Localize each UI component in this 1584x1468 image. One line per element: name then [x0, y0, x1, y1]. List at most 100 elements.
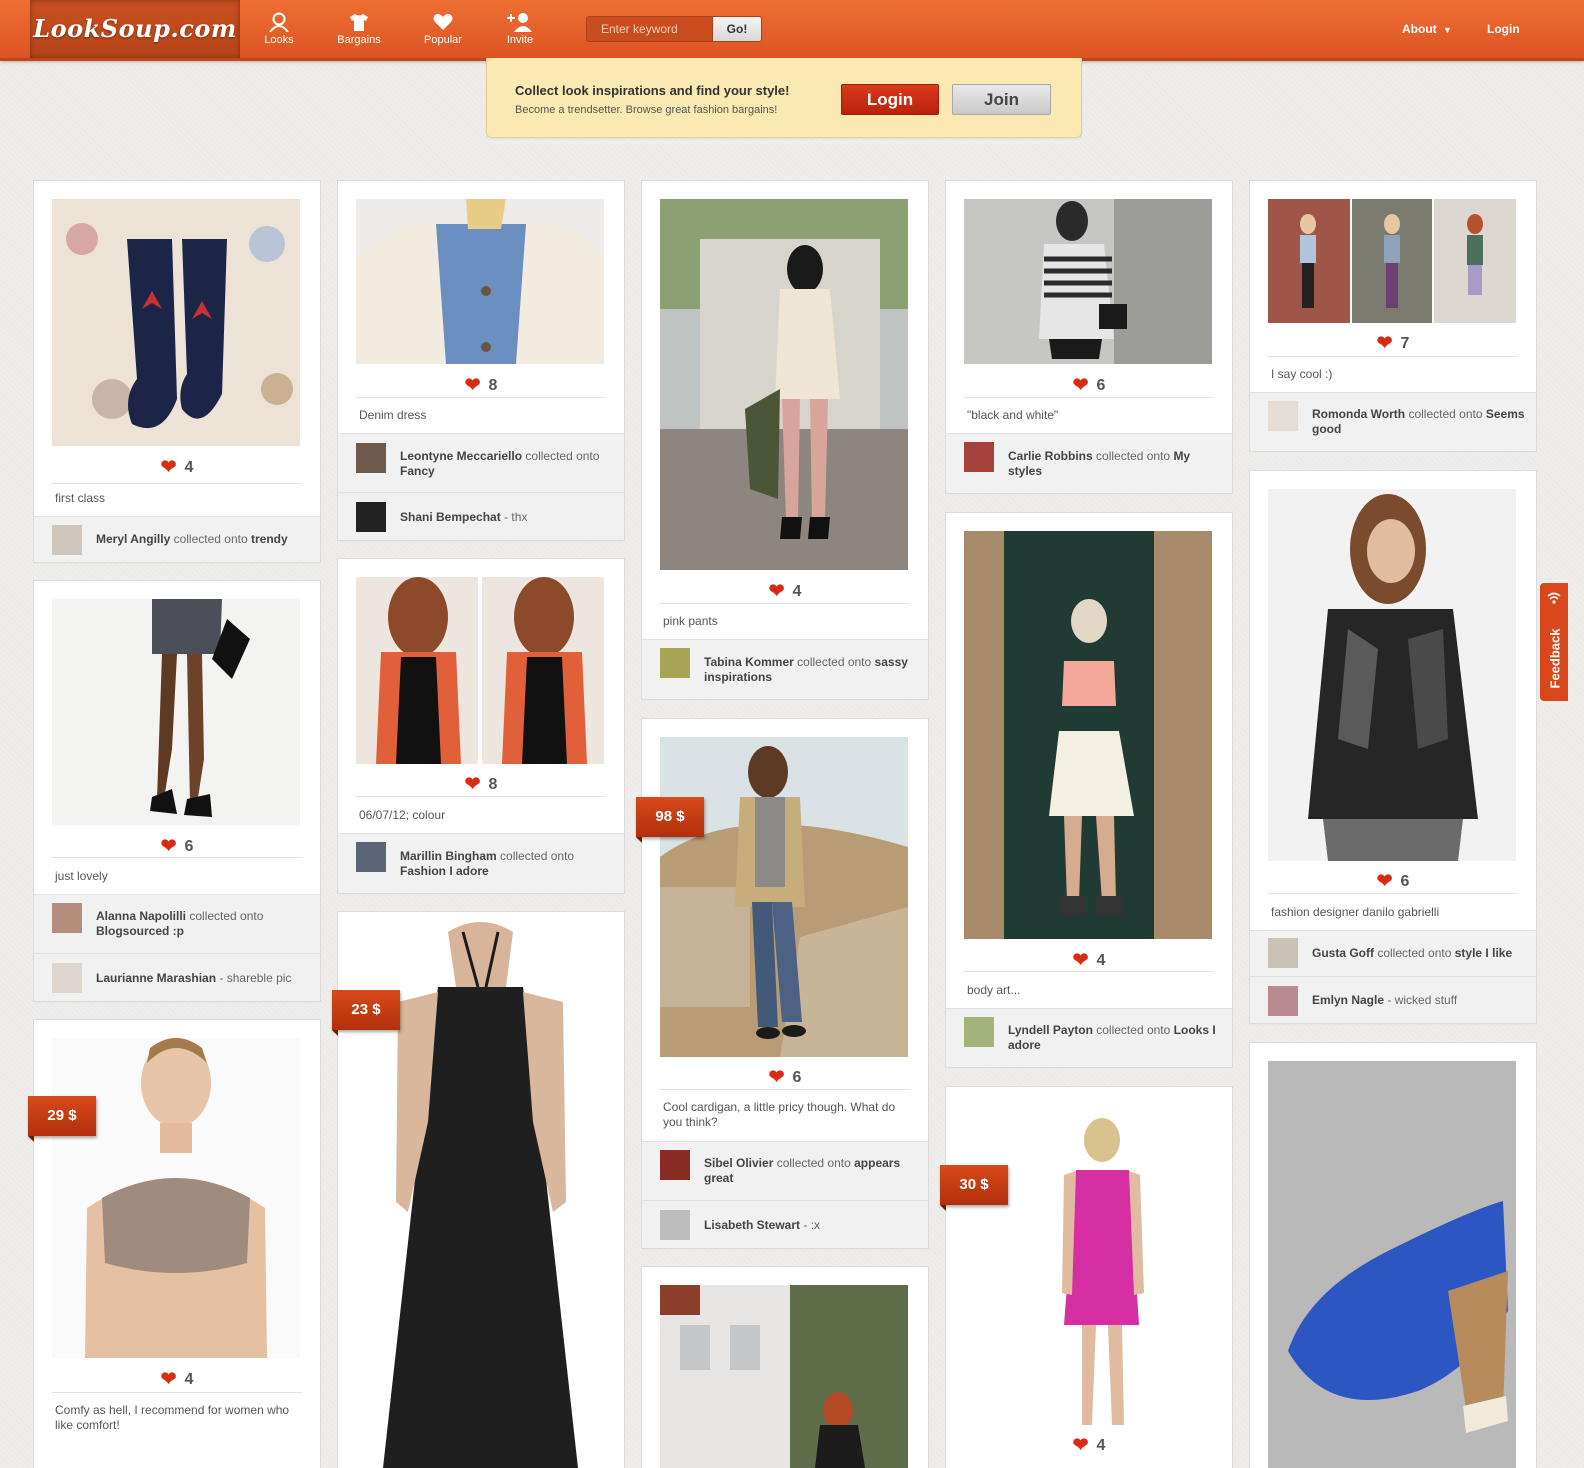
collector-attribution: Gusta Goff collected onto style I like — [1312, 946, 1513, 960]
look-description: just lovely — [55, 869, 108, 883]
look-image[interactable] — [1268, 1061, 1516, 1468]
blue-wedge-photo — [1268, 1061, 1516, 1468]
look-image[interactable] — [660, 737, 908, 1057]
look-card[interactable] — [1250, 1043, 1536, 1468]
nav-bargains[interactable]: Bargains — [329, 12, 389, 46]
heart-icon: ❤ — [768, 1067, 785, 1088]
like-count[interactable]: ❤ 6 — [946, 373, 1232, 396]
avatar[interactable] — [52, 963, 82, 993]
like-count[interactable]: ❤ 4 — [34, 455, 320, 478]
comment-row: Emlyn Nagle - wicked stuff — [1250, 976, 1536, 1023]
look-image[interactable] — [1268, 199, 1516, 323]
collector-row: Marillin Bingham collected onto Fashion … — [338, 833, 624, 893]
avatar[interactable] — [52, 903, 82, 933]
avatar[interactable] — [356, 502, 386, 532]
comment-text: Lisabeth Stewart - :x — [704, 1218, 821, 1232]
look-card[interactable]: ❤ 6 just lovely Alanna Napolilli collecte… — [34, 581, 320, 1001]
login-link[interactable]: Login — [1487, 22, 1520, 36]
price-tag[interactable]: 29 $ — [28, 1096, 96, 1142]
like-count[interactable]: ❤ 6 — [34, 834, 320, 857]
look-description: fashion designer danilo gabrielli — [1271, 905, 1440, 919]
comment-text: Laurianne Marashian - shareble pic — [96, 971, 292, 985]
avatar[interactable] — [356, 842, 386, 872]
site-logo[interactable]: LookSoup.com — [30, 0, 240, 58]
collector-attribution: Sibel Olivier collected onto appears gre… — [704, 1156, 901, 1185]
avatar[interactable] — [660, 648, 690, 678]
like-count[interactable]: ❤ 4 — [642, 579, 928, 602]
avatar[interactable] — [660, 1150, 690, 1180]
avatar[interactable] — [1268, 938, 1298, 968]
feedback-tab[interactable]: Feedback — [1540, 583, 1568, 701]
nav-invite[interactable]: Invite — [490, 12, 550, 46]
look-description: pink pants — [663, 614, 718, 628]
look-image[interactable] — [964, 1105, 1212, 1437]
banner-join-button[interactable]: Join — [952, 84, 1051, 115]
like-count[interactable]: ❤ 6 — [1250, 869, 1536, 892]
like-count[interactable]: ❤ 8 — [338, 772, 624, 795]
banner-title: Collect look inspirations and find your … — [515, 83, 790, 98]
look-card[interactable]: ❤ 8 Denim dress Leontyne Meccariello coll… — [338, 181, 624, 540]
avatar[interactable] — [964, 1017, 994, 1047]
heart-icon: ❤ — [1072, 950, 1089, 971]
banner-login-button[interactable]: Login — [841, 84, 939, 115]
look-image[interactable] — [52, 599, 300, 825]
search-go-button[interactable]: Go! — [712, 16, 762, 42]
comment-row: Lisabeth Stewart - :x — [642, 1200, 928, 1248]
avatar[interactable] — [660, 1210, 690, 1240]
divider — [660, 1089, 910, 1090]
avatar[interactable] — [964, 442, 994, 472]
look-image[interactable] — [356, 199, 604, 364]
like-count[interactable]: ❤ 8 — [338, 373, 624, 396]
nav-looks[interactable]: Looks — [249, 12, 309, 46]
nav-popular[interactable]: Popular — [413, 12, 473, 46]
banner-subtitle: Become a trendsetter. Browse great fashi… — [515, 104, 778, 116]
cardigan-photo — [356, 199, 604, 364]
look-card[interactable] — [642, 1267, 928, 1468]
collector-row: Romonda Worth collected onto Seems good — [1250, 392, 1536, 451]
socks-photo — [52, 199, 300, 446]
like-count[interactable]: ❤ 4 — [946, 1433, 1232, 1456]
price-tag[interactable]: 98 $ — [636, 797, 704, 843]
collector-attribution: Tabina Kommer collected onto sassy inspi… — [704, 655, 908, 684]
about-menu[interactable]: About ▼ — [1402, 22, 1452, 36]
look-card[interactable]: ❤ 7 I say cool :) Romonda Worth collected… — [1250, 181, 1536, 451]
price-tag[interactable]: 30 $ — [940, 1165, 1008, 1211]
avatar[interactable] — [1268, 986, 1298, 1016]
collector-section: Sibel Olivier collected onto appears gre… — [642, 1141, 928, 1248]
look-card[interactable]: ❤ 6 "black and white" Carlie Robbins coll… — [946, 181, 1232, 493]
look-image[interactable] — [964, 199, 1212, 364]
like-count[interactable]: ❤ 4 — [946, 948, 1232, 971]
price-tag[interactable]: 23 $ — [332, 990, 400, 1036]
look-card[interactable]: ❤ 4 body art... Lyndell Payton collected … — [946, 513, 1232, 1067]
collector-attribution: Leontyne Meccariello collected onto Fanc… — [400, 449, 600, 478]
avatar[interactable] — [1268, 401, 1298, 431]
look-image[interactable] — [52, 1038, 300, 1358]
look-image[interactable] — [356, 577, 604, 764]
collector-attribution: Alanna Napolilli collected onto Blogsour… — [96, 909, 264, 938]
look-image[interactable] — [660, 1285, 908, 1468]
search-input[interactable] — [586, 16, 713, 42]
look-card[interactable]: ❤ 8 06/07/12; colour Marillin Bingham col… — [338, 559, 624, 893]
divider — [52, 857, 302, 858]
look-image[interactable] — [52, 199, 300, 446]
look-card[interactable]: ❤ 4 — [946, 1087, 1232, 1468]
look-description: Comfy as hell, I recommend for women who… — [55, 1403, 290, 1432]
avatar[interactable] — [52, 525, 82, 555]
look-card[interactable]: ❤ 4 first class Meryl Angilly collected o… — [34, 181, 320, 562]
look-image[interactable] — [660, 199, 908, 570]
look-image[interactable] — [1268, 489, 1516, 861]
look-card[interactable]: ❤ 4 pink pants Tabina Kommer collected on… — [642, 181, 928, 699]
like-count[interactable]: ❤ 7 — [1250, 331, 1536, 354]
look-image[interactable] — [964, 531, 1212, 939]
heart-icon: ❤ — [160, 836, 177, 857]
comment-row: Shani Bempechat - thx — [338, 492, 624, 540]
heart-icon: ❤ — [1376, 871, 1393, 892]
look-card[interactable]: ❤ 4 Comfy as hell, I recommend for women … — [34, 1020, 320, 1468]
nav-looks-label: Looks — [264, 34, 294, 46]
like-count[interactable]: ❤ 4 — [34, 1367, 320, 1390]
like-count[interactable]: ❤ 6 — [642, 1065, 928, 1088]
collector-attribution: Romonda Worth collected onto Seems good — [1312, 407, 1525, 436]
avatar[interactable] — [356, 443, 386, 473]
look-card[interactable]: ❤ 6 fashion designer danilo gabrielli Gus… — [1250, 471, 1536, 1023]
divider — [1268, 893, 1518, 894]
